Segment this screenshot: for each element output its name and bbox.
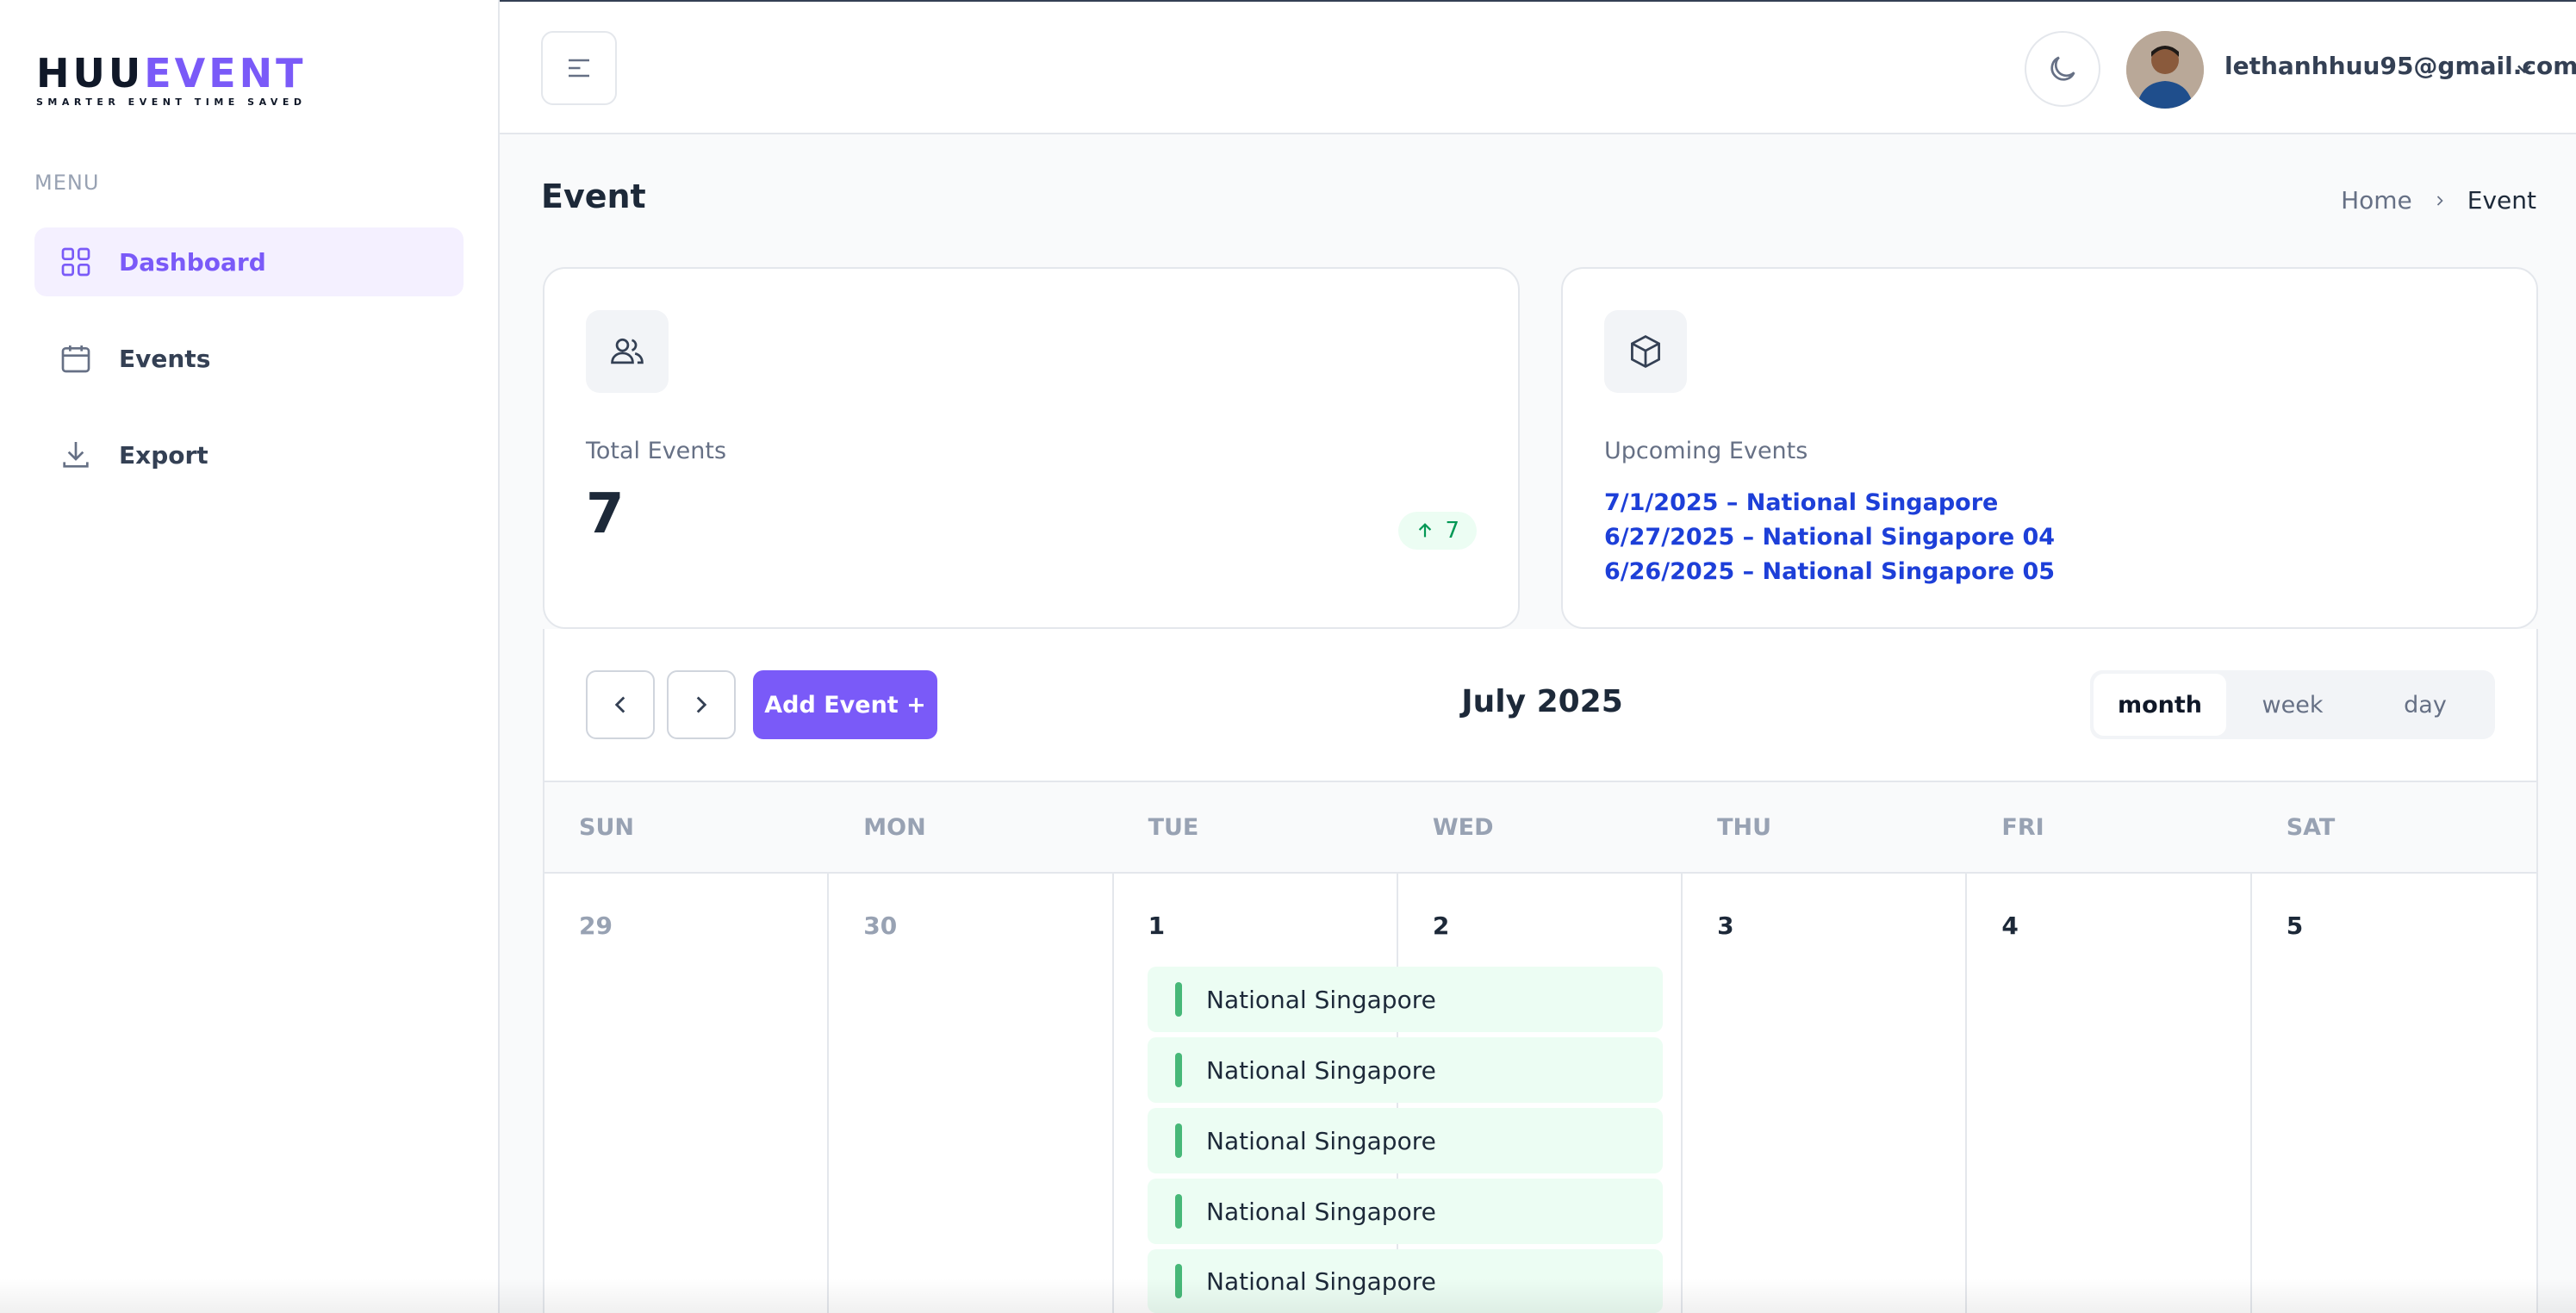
sidebar-item-label: Events	[119, 344, 211, 373]
view-week-button[interactable]: week	[2226, 674, 2359, 736]
upcoming-event-link[interactable]: 7/1/2025 – National Singapore	[1604, 486, 2055, 520]
calendar-event[interactable]: National Singapore	[1148, 1249, 1663, 1313]
weekday-label: TUE	[1148, 813, 1199, 841]
event-color-bar	[1175, 982, 1182, 1017]
day-number: 29	[579, 912, 613, 940]
event-title: National Singapore	[1206, 1266, 1436, 1296]
sidebar-item-label: Export	[119, 440, 208, 470]
top-header: lethanhhuu95@gmail.com	[500, 0, 2576, 134]
logo-tagline: SMARTER EVENT TIME SAVED	[36, 96, 307, 108]
weekday-label: SAT	[2286, 813, 2336, 841]
calendar-event[interactable]: National Singapore	[1148, 967, 1663, 1032]
page-title: Event	[541, 177, 646, 215]
day-cell[interactable]: 4	[1967, 874, 2252, 1313]
breadcrumb-current: Event	[2467, 186, 2536, 215]
upcoming-events-label: Upcoming Events	[1604, 438, 1808, 464]
menu-toggle-button[interactable]	[541, 31, 617, 105]
event-title: National Singapore	[1206, 985, 1436, 1014]
day-number: 3	[1717, 912, 1734, 940]
view-month-button[interactable]: month	[2094, 674, 2226, 736]
calendar-icon	[61, 345, 90, 373]
sidebar-item-label: Dashboard	[119, 247, 266, 277]
view-day-button[interactable]: day	[2359, 674, 2492, 736]
sidebar-item-events[interactable]: Events	[34, 324, 464, 393]
download-icon	[63, 442, 89, 468]
arrow-up-icon	[1419, 523, 1432, 538]
upcoming-event-link[interactable]: 6/27/2025 – National Singapore 04	[1604, 520, 2055, 555]
breadcrumb: Home Event	[2341, 186, 2536, 215]
event-color-bar	[1175, 1264, 1182, 1298]
day-cell[interactable]: 29	[544, 874, 830, 1313]
upcoming-events-list: 7/1/2025 – National Singapore 6/27/2025 …	[1604, 486, 2055, 589]
breadcrumb-home-link[interactable]: Home	[2341, 186, 2412, 215]
box-icon	[1604, 310, 1687, 393]
calendar-event[interactable]: National Singapore	[1148, 1179, 1663, 1244]
grid-icon	[61, 247, 90, 277]
weekday-label: WED	[1432, 813, 1494, 841]
view-switcher: month week day	[2090, 670, 2495, 739]
logo-text-primary: HUU	[36, 50, 145, 96]
user-photo-icon	[2126, 31, 2204, 109]
avatar[interactable]	[2126, 31, 2204, 109]
weekday-label: FRI	[2001, 813, 2044, 841]
growth-badge: 7	[1398, 512, 1477, 550]
weekday-label: SUN	[579, 813, 634, 841]
sidebar: HUUEVENT SMARTER EVENT TIME SAVED MENU D…	[0, 0, 500, 1313]
calendar-event[interactable]: National Singapore	[1148, 1108, 1663, 1173]
event-title: National Singapore	[1206, 1197, 1436, 1226]
weekday-header: SUN MON TUE WED THU FRI SAT	[544, 781, 2536, 874]
weekday-label: THU	[1717, 813, 1772, 841]
chevron-down-icon[interactable]	[2512, 57, 2536, 81]
total-events-value: 7	[586, 482, 625, 546]
total-events-label: Total Events	[586, 438, 727, 464]
theme-toggle-button[interactable]	[2025, 31, 2100, 107]
day-cell[interactable]: 30	[829, 874, 1114, 1313]
day-number: 30	[863, 912, 898, 940]
day-number: 2	[1432, 912, 1450, 940]
event-title: National Singapore	[1206, 1055, 1436, 1085]
day-cell[interactable]: 3	[1683, 874, 1968, 1313]
day-number: 5	[2286, 912, 2304, 940]
event-color-bar	[1175, 1053, 1182, 1087]
calendar-event[interactable]: National Singapore	[1148, 1037, 1663, 1103]
day-number: 4	[2001, 912, 2019, 940]
growth-badge-value: 7	[1445, 518, 1459, 544]
upcoming-events-card: Upcoming Events 7/1/2025 – National Sing…	[1561, 267, 2538, 629]
menu-label: MENU	[34, 171, 100, 195]
day-number: 1	[1148, 912, 1166, 940]
total-events-card: Total Events 7 7	[543, 267, 1520, 629]
hamburger-icon	[569, 59, 589, 78]
chevron-right-icon	[2436, 195, 2443, 206]
day-cell[interactable]: 5	[2252, 874, 2536, 1313]
users-icon	[586, 310, 669, 393]
event-color-bar	[1175, 1123, 1182, 1158]
moon-icon	[2050, 56, 2075, 81]
upcoming-event-link[interactable]: 6/26/2025 – National Singapore 05	[1604, 555, 2055, 589]
logo[interactable]: HUUEVENT SMARTER EVENT TIME SAVED	[36, 52, 307, 108]
sidebar-item-export[interactable]: Export	[34, 420, 464, 489]
event-title: National Singapore	[1206, 1126, 1436, 1155]
logo-text-accent: EVENT	[144, 50, 307, 96]
event-color-bar	[1175, 1194, 1182, 1229]
weekday-label: MON	[863, 813, 926, 841]
sidebar-item-dashboard[interactable]: Dashboard	[34, 227, 464, 296]
